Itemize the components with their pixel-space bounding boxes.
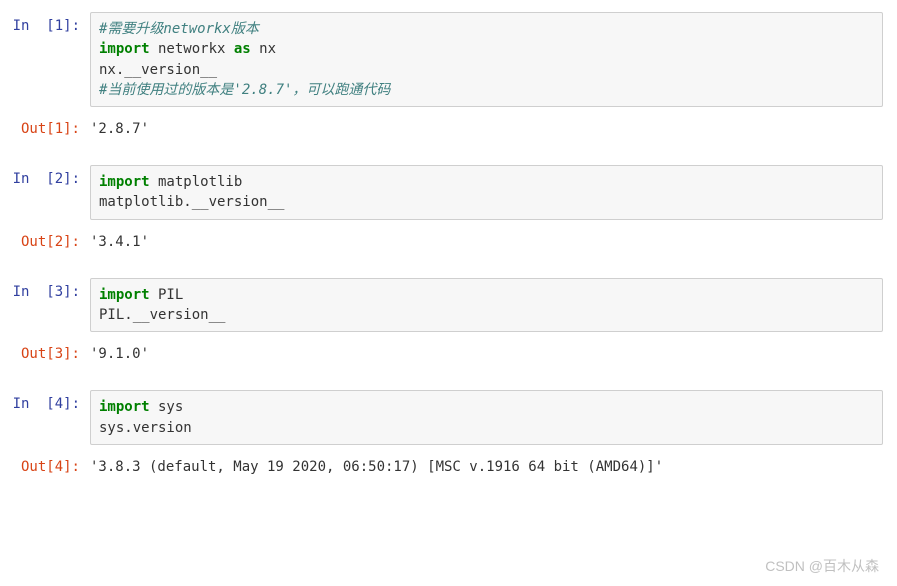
output-text: '2.8.7' [90,115,883,143]
input-cell: In [1]: #需要升级networkx版本 import networkx as… [0,8,897,111]
output-text: '9.1.0' [90,340,883,368]
code-area[interactable]: #需要升级networkx版本 import networkx as nx nx._… [90,12,883,107]
code-token[interactable]: sys [150,399,184,415]
watermark-text: CSDN @百木从森 [765,556,879,576]
code-line[interactable]: #需要升级networkx版本 [99,19,874,39]
code-line[interactable]: import networkx as nx [99,39,874,59]
code-token[interactable]: matplotlib.__version__ [99,194,284,210]
input-cell: In [3]: import PIL PIL.__version__ [0,274,897,337]
code-area[interactable]: import PIL PIL.__version__ [90,278,883,333]
in-prompt: In [1]: [0,12,90,34]
code-token[interactable]: import [99,399,150,415]
code-line[interactable]: sys.version [99,418,874,438]
code-token[interactable]: import [99,41,150,57]
out-prompt: Out[2]: [0,228,90,250]
output-cell: Out[4]:'3.8.3 (default, May 19 2020, 06:… [0,449,897,485]
notebook-root: In [1]: #需要升级networkx版本 import networkx as… [0,8,897,499]
out-prompt: Out[4]: [0,453,90,475]
code-token[interactable]: PIL.__version__ [99,307,225,323]
output-cell: Out[1]:'2.8.7' [0,111,897,147]
code-token[interactable]: nx [251,41,276,57]
code-token[interactable]: sys.version [99,420,192,436]
code-area[interactable]: import sys sys.version [90,390,883,445]
out-prompt: Out[3]: [0,340,90,362]
in-prompt: In [4]: [0,390,90,412]
code-editor[interactable]: import sys sys.version [90,390,883,445]
code-token[interactable]: networkx [150,41,234,57]
code-token[interactable]: import [99,174,150,190]
output-area: '9.1.0' [90,340,883,368]
code-line[interactable]: #当前使用过的版本是'2.8.7'，可以跑通代码 [99,80,874,100]
code-token[interactable]: #需要升级networkx版本 [99,21,259,37]
cell-gap [0,260,897,274]
code-line[interactable]: nx.__version__ [99,60,874,80]
cell-gap [0,372,897,386]
output-cell: Out[3]:'9.1.0' [0,336,897,372]
code-editor[interactable]: import matplotlib matplotlib.__version__ [90,165,883,220]
code-line[interactable]: PIL.__version__ [99,305,874,325]
output-cell: Out[2]:'3.4.1' [0,224,897,260]
code-editor[interactable]: #需要升级networkx版本 import networkx as nx nx._… [90,12,883,107]
code-line[interactable]: import PIL [99,285,874,305]
code-token[interactable]: nx.__version__ [99,62,217,78]
output-area: '3.8.3 (default, May 19 2020, 06:50:17) … [90,453,883,481]
cell-gap [0,485,897,499]
code-token[interactable]: #当前使用过的版本是'2.8.7'，可以跑通代码 [99,82,390,98]
input-cell: In [2]: import matplotlib matplotlib.__ver… [0,161,897,224]
code-line[interactable]: matplotlib.__version__ [99,192,874,212]
in-prompt: In [2]: [0,165,90,187]
code-token[interactable]: import [99,287,150,303]
in-prompt: In [3]: [0,278,90,300]
code-area[interactable]: import matplotlib matplotlib.__version__ [90,165,883,220]
code-line[interactable]: import sys [99,397,874,417]
code-editor[interactable]: import PIL PIL.__version__ [90,278,883,333]
output-text: '3.4.1' [90,228,883,256]
input-cell: In [4]: import sys sys.version [0,386,897,449]
output-area: '2.8.7' [90,115,883,143]
code-token[interactable]: PIL [150,287,184,303]
code-token[interactable]: matplotlib [150,174,243,190]
out-prompt: Out[1]: [0,115,90,137]
output-area: '3.4.1' [90,228,883,256]
code-token[interactable]: as [234,41,251,57]
cell-gap [0,147,897,161]
output-text: '3.8.3 (default, May 19 2020, 06:50:17) … [90,453,883,481]
code-line[interactable]: import matplotlib [99,172,874,192]
